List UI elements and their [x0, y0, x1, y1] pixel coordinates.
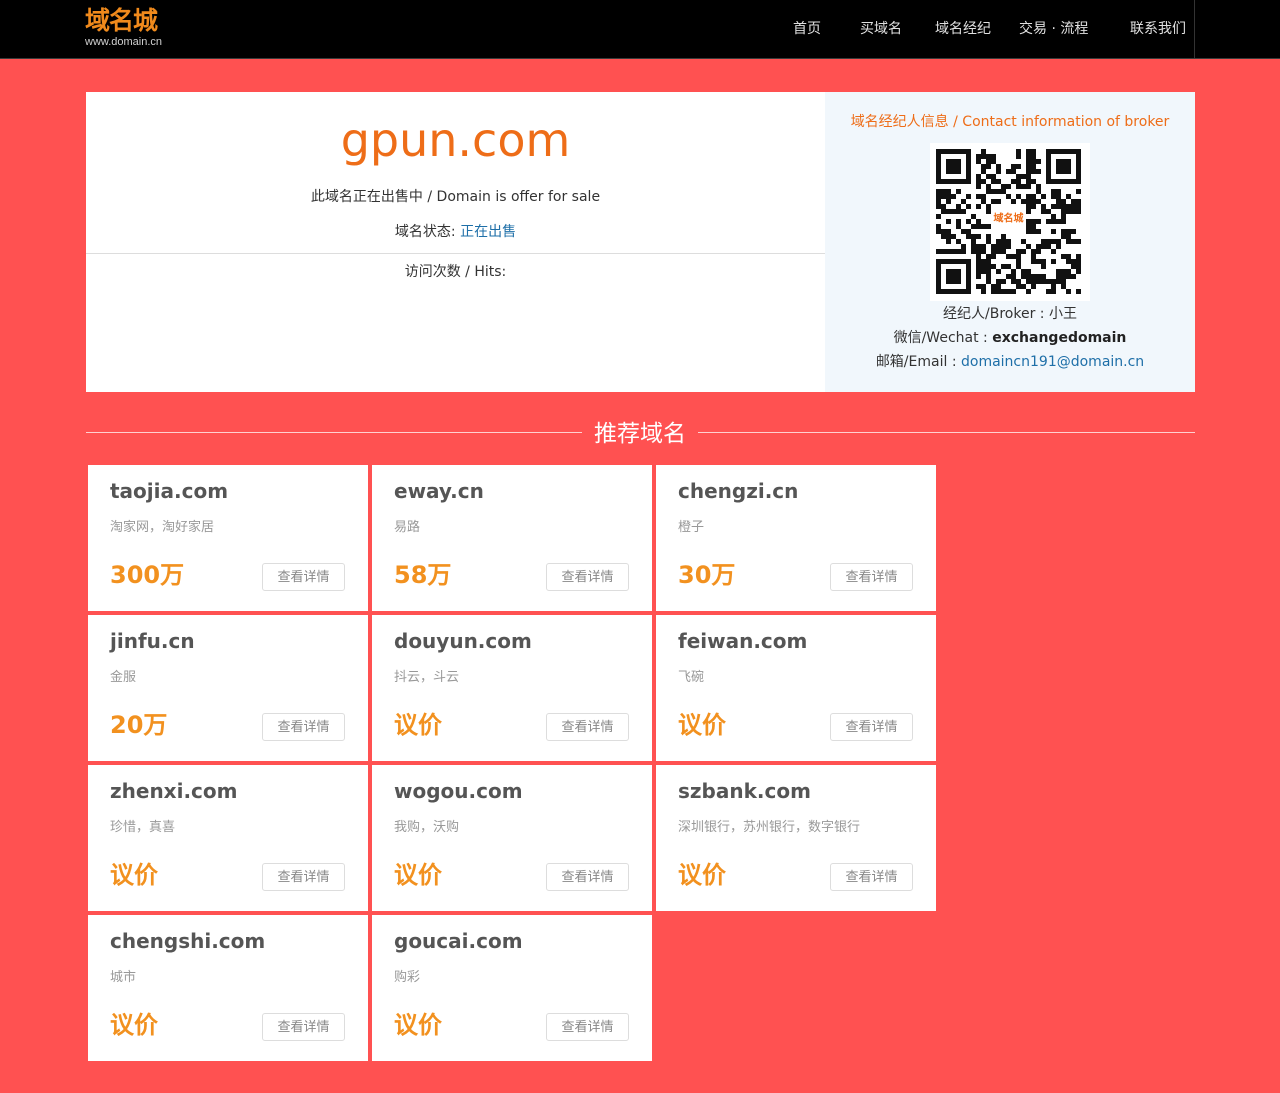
broker-name-label: 经纪人/Broker : — [943, 306, 1045, 322]
recommend-section-title: 推荐域名 — [594, 421, 686, 447]
nav-home[interactable]: 首页 — [793, 0, 821, 58]
broker-email: 邮箱/Email : domaincn191@domain.cn — [825, 352, 1195, 372]
card-domain-name[interactable]: wogou.com — [394, 779, 523, 803]
card-description: 飞碗 — [678, 670, 705, 685]
view-details-button[interactable]: 查看详情 — [830, 713, 913, 741]
card-domain-name[interactable]: jinfu.cn — [110, 629, 195, 653]
domain-card[interactable]: chengshi.com 城市议价 查看详情 — [88, 915, 368, 1061]
card-description: 淘家网，淘好家居 — [110, 520, 215, 535]
view-details-button[interactable]: 查看详情 — [262, 563, 345, 591]
card-price: 议价 — [394, 711, 442, 739]
card-description: 深圳银行，苏州银行，数字银行 — [678, 820, 861, 835]
wechat-qr-code: 域名城 — [930, 143, 1090, 301]
card-price: 58万 — [394, 561, 452, 589]
card-price: 议价 — [110, 861, 158, 889]
section-rule-left — [86, 432, 582, 433]
view-details-button[interactable]: 查看详情 — [830, 563, 913, 591]
domain-card[interactable]: feiwan.com 飞碗议价 查看详情 — [656, 615, 936, 761]
card-price: 300万 — [110, 561, 185, 589]
domain-info-card: gpun.com 此域名正在出售中 / Domain is offer for … — [86, 92, 1195, 392]
card-price: 议价 — [394, 1011, 442, 1039]
nav-divider — [1194, 0, 1195, 58]
domain-card[interactable]: eway.cn 易路 58万 查看详情 — [372, 465, 652, 611]
divider — [86, 253, 825, 254]
nav-buy-domain-link[interactable]: 买域名 — [860, 21, 902, 37]
view-details-button[interactable]: 查看详情 — [830, 863, 913, 891]
broker-wechat: 微信/Wechat : exchangedomain — [825, 328, 1195, 348]
broker-name-value: 小王 — [1048, 306, 1077, 322]
domain-card[interactable]: szbank.com 深圳银行，苏州银行，数字银行议价 查看详情 — [656, 765, 936, 911]
domain-panel: gpun.com 此域名正在出售中 / Domain is offer for … — [86, 92, 825, 392]
card-domain-name[interactable]: chengshi.com — [110, 929, 265, 953]
domain-card[interactable]: zhenxi.com 珍惜，真喜议价 查看详情 — [88, 765, 368, 911]
card-price: 议价 — [678, 861, 726, 889]
card-price: 议价 — [394, 861, 442, 889]
domain-card[interactable]: chengzi.cn 橙子 30万 查看详情 — [656, 465, 936, 611]
domain-name-title: gpun.com — [340, 113, 571, 167]
email-label: 邮箱/Email : — [875, 354, 957, 370]
card-description: 易路 — [394, 520, 421, 535]
broker-name: 经纪人/Broker : 小王 — [825, 304, 1195, 324]
card-domain-name[interactable]: taojia.com — [110, 479, 228, 503]
site-logo[interactable]: 域名城 www.domain.cn — [85, 6, 175, 50]
nav-process[interactable]: 交易 · 流程 — [1019, 0, 1088, 58]
view-details-button[interactable]: 查看详情 — [546, 713, 629, 741]
card-domain-name[interactable]: szbank.com — [678, 779, 811, 803]
card-domain-name[interactable]: goucai.com — [394, 929, 523, 953]
card-domain-name[interactable]: chengzi.cn — [678, 479, 798, 503]
nav-broker[interactable]: 域名经纪 — [935, 0, 991, 58]
card-domain-name[interactable]: douyun.com — [394, 629, 532, 653]
top-navbar: 域名城 www.domain.cn 首页 买域名 域名经纪 交易 · 流程 联系… — [0, 0, 1280, 59]
qr-logo-text: 域名城 — [994, 212, 1024, 225]
status-label: 域名状态: — [394, 224, 456, 240]
wechat-label: 微信/Wechat : — [893, 330, 988, 346]
domain-card[interactable]: wogou.com 我购，沃购议价 查看详情 — [372, 765, 652, 911]
view-details-button[interactable]: 查看详情 — [262, 863, 345, 891]
view-details-button[interactable]: 查看详情 — [262, 1013, 345, 1041]
logo-mark: 域名城 — [85, 6, 158, 35]
broker-panel: 域名经纪人信息 / Contact information of broker … — [825, 92, 1195, 392]
domain-card[interactable]: douyun.com 抖云，斗云议价 查看详情 — [372, 615, 652, 761]
domain-status: 域名状态: 正在出售 — [86, 222, 825, 242]
card-description: 购彩 — [394, 970, 421, 985]
card-price: 20万 — [110, 711, 168, 739]
card-domain-name[interactable]: zhenxi.com — [110, 779, 237, 803]
card-domain-name[interactable]: eway.cn — [394, 479, 484, 503]
card-price: 议价 — [110, 1011, 158, 1039]
card-domain-name[interactable]: feiwan.com — [678, 629, 807, 653]
qr-code-image: 域名城 — [936, 149, 1081, 294]
card-description: 橙子 — [678, 520, 705, 535]
domain-card[interactable]: jinfu.cn 金服 20万 查看详情 — [88, 615, 368, 761]
status-link[interactable]: 正在出售 — [460, 224, 516, 240]
card-description: 抖云，斗云 — [394, 670, 460, 685]
hits-label: 访问次数 / Hits: — [404, 264, 507, 280]
card-description: 城市 — [110, 970, 137, 985]
view-details-button[interactable]: 查看详情 — [546, 1013, 629, 1041]
view-details-button[interactable]: 查看详情 — [546, 563, 629, 591]
sale-notice: 此域名正在出售中 / Domain is offer for sale — [310, 189, 601, 205]
card-description: 金服 — [110, 670, 137, 685]
nav-broker-link[interactable]: 域名经纪 — [935, 21, 991, 37]
nav-home-link[interactable]: 首页 — [793, 21, 821, 37]
card-description: 我购，沃购 — [394, 820, 460, 835]
broker-heading: 域名经纪人信息 / Contact information of broker — [850, 114, 1170, 130]
logo-url-text: www.domain.cn — [85, 36, 163, 48]
domain-card[interactable]: goucai.com 购彩议价 查看详情 — [372, 915, 652, 1061]
nav-buy-domain[interactable]: 买域名 — [860, 0, 902, 58]
nav-contact-link[interactable]: 联系我们 — [1130, 21, 1186, 37]
card-price: 30万 — [678, 561, 736, 589]
card-price: 议价 — [678, 711, 726, 739]
card-description: 珍惜，真喜 — [110, 820, 176, 835]
view-details-button[interactable]: 查看详情 — [546, 863, 629, 891]
wechat-value: exchangedomain — [992, 330, 1127, 346]
domain-card[interactable]: taojia.com 淘家网，淘好家居 300万 查看详情 — [88, 465, 368, 611]
email-link[interactable]: domaincn191@domain.cn — [961, 354, 1144, 370]
section-rule-right — [698, 432, 1195, 433]
nav-process-link[interactable]: 交易 · 流程 — [1019, 21, 1088, 37]
nav-contact[interactable]: 联系我们 — [1130, 0, 1186, 58]
view-details-button[interactable]: 查看详情 — [262, 713, 345, 741]
